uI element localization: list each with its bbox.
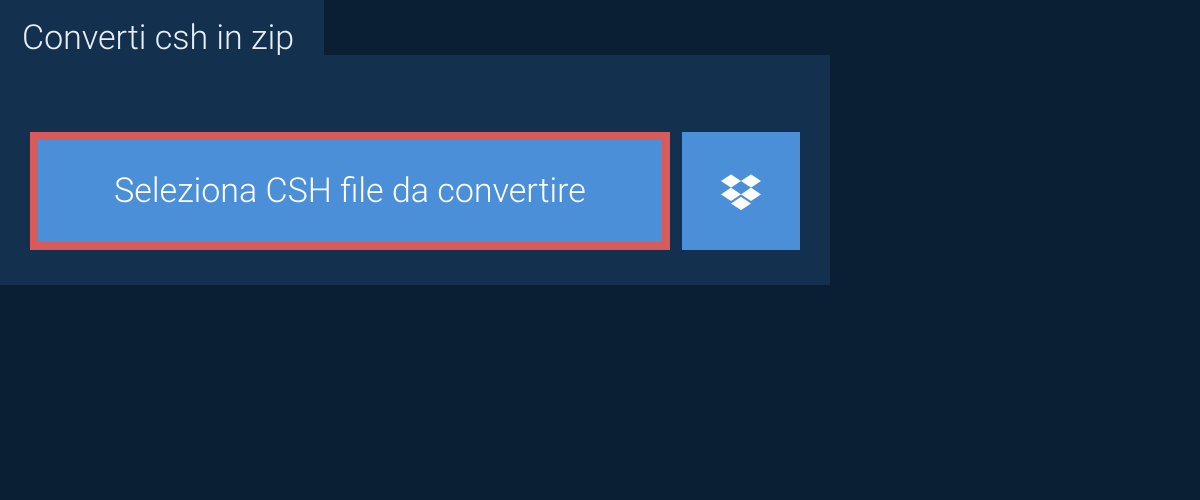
dropbox-icon: [721, 171, 761, 211]
action-buttons-row: Seleziona CSH file da convertire: [30, 132, 800, 250]
tab-label: Converti csh in zip: [22, 18, 294, 58]
select-file-button[interactable]: Seleziona CSH file da convertire: [30, 132, 670, 250]
dropbox-button[interactable]: [682, 132, 800, 250]
select-file-button-label: Seleziona CSH file da convertire: [114, 171, 586, 211]
